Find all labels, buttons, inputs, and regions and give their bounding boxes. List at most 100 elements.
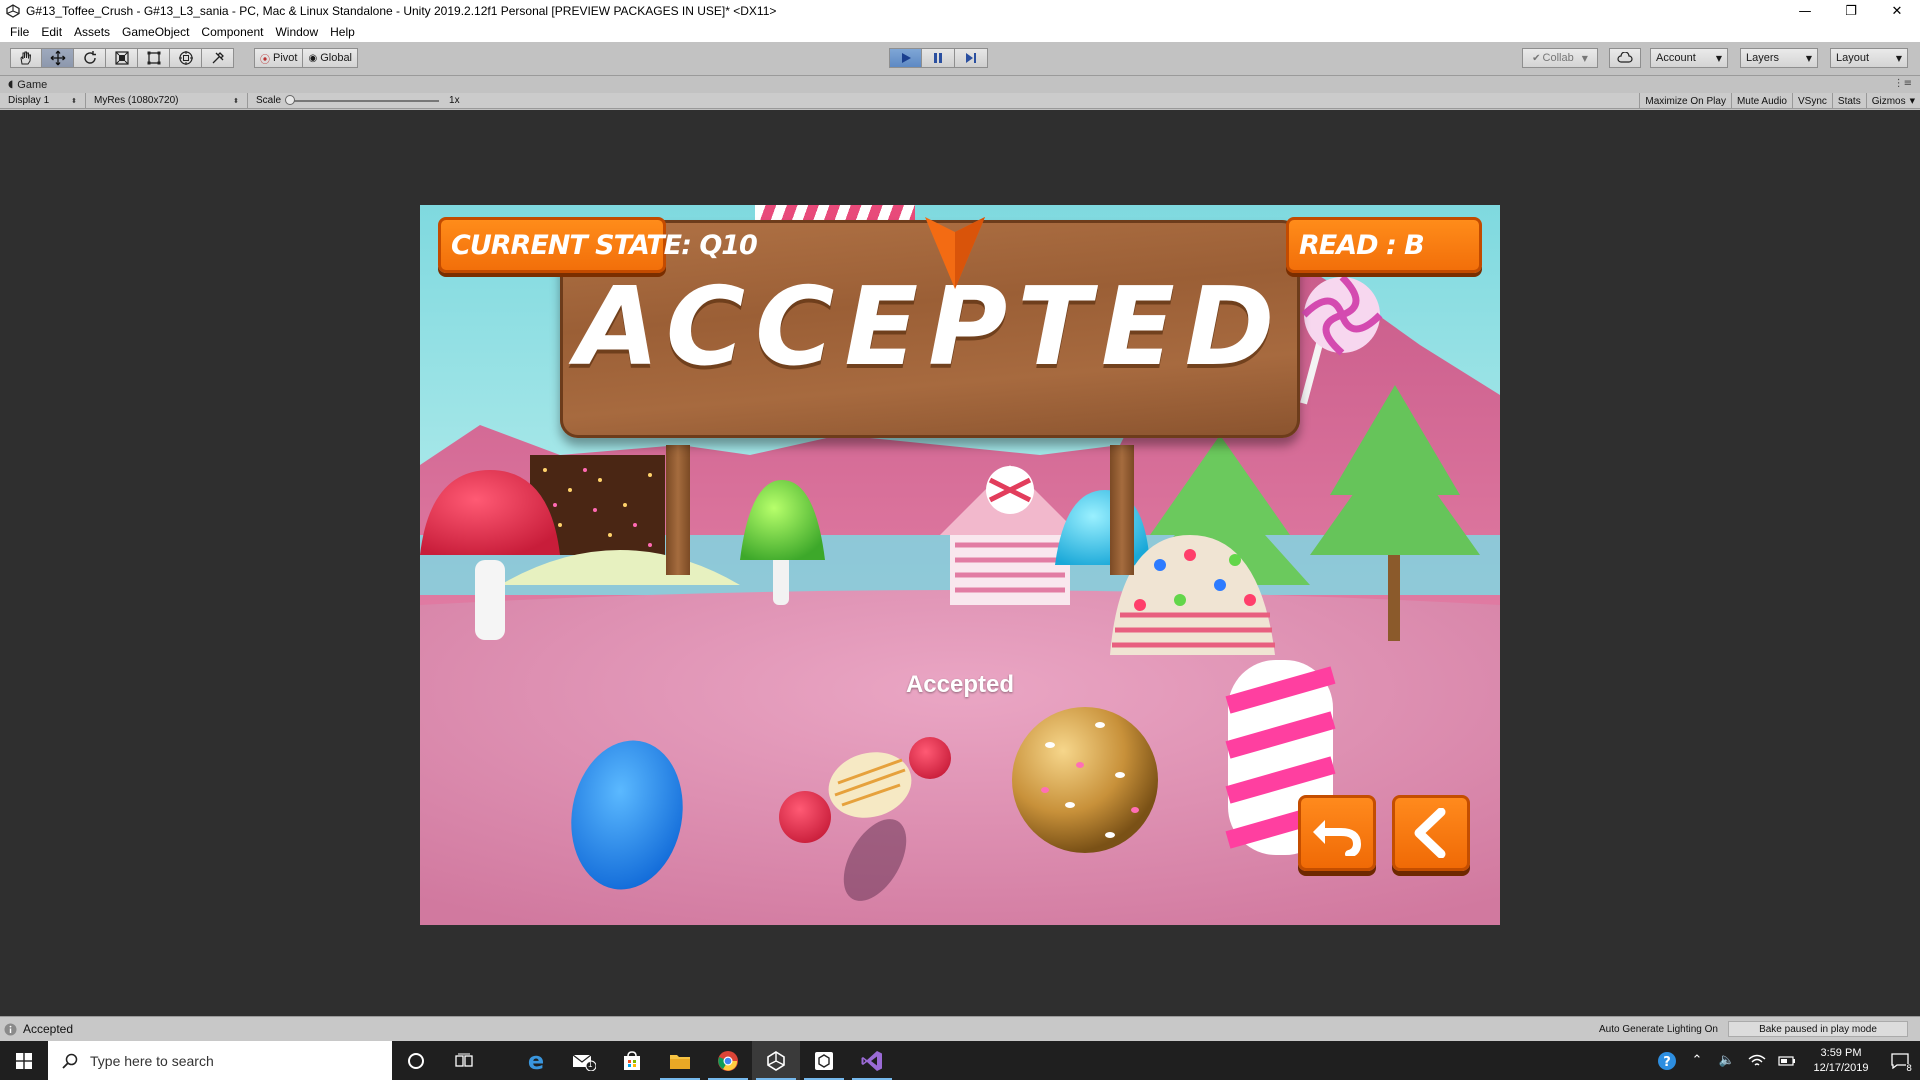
tray-network[interactable] bbox=[1742, 1041, 1772, 1080]
clock-date: 12/17/2019 bbox=[1813, 1061, 1869, 1074]
task-view-button[interactable] bbox=[440, 1041, 488, 1080]
taskbar-edge[interactable]: e bbox=[512, 1041, 560, 1080]
move-tool-button[interactable] bbox=[42, 48, 74, 68]
menu-bar: File Edit Assets GameObject Component Wi… bbox=[0, 22, 1920, 42]
close-button[interactable]: ✕ bbox=[1874, 0, 1920, 22]
chevron-down-icon: ▼ bbox=[1805, 53, 1812, 63]
menu-window[interactable]: Window bbox=[269, 25, 324, 39]
layout-group: Layout ▼ bbox=[1830, 48, 1908, 68]
maximize-on-play-toggle[interactable]: Maximize On Play bbox=[1639, 93, 1731, 109]
tray-battery[interactable] bbox=[1772, 1041, 1802, 1080]
tray-volume[interactable]: 🔈 bbox=[1712, 1041, 1742, 1080]
menu-component[interactable]: Component bbox=[195, 25, 269, 39]
store-bag-icon bbox=[624, 1050, 640, 1070]
transform-tools bbox=[10, 48, 234, 68]
system-tray: ? ⌃ 🔈 3:59 PM 12/17/2019 8 bbox=[1652, 1041, 1920, 1080]
result-label: Accepted bbox=[905, 671, 1015, 698]
collab-group: ✔ Collab ▼ bbox=[1522, 48, 1598, 68]
back-button[interactable] bbox=[1392, 795, 1470, 871]
gizmos-dropdown[interactable]: Gizmos ▼ bbox=[1865, 93, 1920, 109]
rotate-tool-icon bbox=[83, 51, 96, 64]
cloud-button[interactable] bbox=[1609, 48, 1641, 68]
taskbar-unity-hub[interactable] bbox=[800, 1041, 848, 1080]
resolution-dropdown[interactable]: MyRes (1080x720) ⬍ bbox=[86, 92, 248, 109]
account-dropdown[interactable]: Account ▼ bbox=[1650, 48, 1728, 68]
start-button[interactable] bbox=[0, 1041, 48, 1080]
layers-dropdown[interactable]: Layers ▼ bbox=[1740, 48, 1818, 68]
pause-button[interactable] bbox=[922, 48, 955, 68]
chevron-down-icon: ▼ bbox=[1581, 53, 1588, 63]
tray-clock[interactable]: 3:59 PM 12/17/2019 bbox=[1802, 1046, 1880, 1076]
taskbar-visual-studio[interactable] bbox=[848, 1041, 896, 1080]
menu-edit[interactable]: Edit bbox=[35, 25, 68, 39]
custom-tool-button[interactable] bbox=[202, 48, 234, 68]
sign-post-right bbox=[1110, 445, 1134, 575]
chevron-up-icon: ⌃ bbox=[1691, 1053, 1703, 1068]
scale-slider-thumb[interactable] bbox=[285, 94, 296, 105]
mail-badge: 1 bbox=[588, 1060, 593, 1069]
taskbar-mail[interactable]: 1 bbox=[560, 1041, 608, 1080]
pivot-toggle[interactable]: ⦿ Pivot bbox=[254, 48, 304, 68]
menu-gameobject[interactable]: GameObject bbox=[116, 25, 195, 39]
transform-tool-button[interactable] bbox=[170, 48, 202, 68]
taskbar-unity[interactable] bbox=[752, 1041, 800, 1080]
tray-help[interactable]: ? bbox=[1652, 1041, 1682, 1080]
game-view-toolbar: Display 1 ⬍ MyRes (1080x720) ⬍ Scale 1x … bbox=[0, 92, 1920, 109]
transform-tool-icon bbox=[178, 51, 193, 65]
move-tool-icon bbox=[50, 50, 65, 66]
windows-logo-icon bbox=[16, 1052, 32, 1069]
account-label: Account bbox=[1656, 52, 1696, 64]
action-center-button[interactable]: 8 bbox=[1880, 1041, 1920, 1080]
display-label: Display 1 bbox=[8, 95, 50, 106]
chrome-icon bbox=[718, 1050, 738, 1071]
console-message[interactable]: Accepted bbox=[23, 1022, 73, 1036]
scale-slider[interactable] bbox=[285, 94, 440, 105]
info-icon bbox=[4, 1023, 17, 1035]
undo-arrow-icon bbox=[1313, 820, 1362, 856]
tab-menu-icon[interactable]: ⋮≡ bbox=[1894, 78, 1912, 89]
rect-tool-button[interactable] bbox=[138, 48, 170, 68]
cortana-button[interactable] bbox=[392, 1041, 440, 1080]
mute-audio-toggle[interactable]: Mute Audio bbox=[1730, 93, 1792, 109]
bake-status: Bake paused in play mode bbox=[1728, 1021, 1908, 1037]
game-viewport[interactable]: ACCEPTED CURRENT STATE: Q10 READ : B Acc… bbox=[420, 205, 1500, 925]
hand-tool-button[interactable] bbox=[10, 48, 42, 68]
taskbar-search-box[interactable]: Type here to search bbox=[48, 1041, 392, 1080]
layout-dropdown[interactable]: Layout ▼ bbox=[1830, 48, 1908, 68]
battery-icon bbox=[1778, 1055, 1795, 1066]
tray-overflow-chevron[interactable]: ⌃ bbox=[1682, 1041, 1712, 1080]
wifi-icon bbox=[1748, 1054, 1766, 1066]
updown-arrow-icon: ⬍ bbox=[233, 96, 239, 105]
game-view-options: Maximize On Play Mute Audio VSync Stats … bbox=[1639, 93, 1920, 109]
cloud-icon bbox=[1617, 52, 1633, 63]
updown-arrow-icon: ⬍ bbox=[71, 96, 77, 105]
menu-help[interactable]: Help bbox=[324, 25, 361, 39]
rotate-tool-button[interactable] bbox=[74, 48, 106, 68]
chevron-down-icon: ▼ bbox=[1895, 53, 1902, 63]
pivot-global-group: ⦿ Pivot ◉ Global bbox=[254, 48, 358, 68]
menu-file[interactable]: File bbox=[4, 25, 35, 39]
collab-dropdown[interactable]: ✔ Collab ▼ bbox=[1522, 48, 1598, 68]
tab-game[interactable]: Game bbox=[17, 79, 47, 91]
global-toggle[interactable]: ◉ Global bbox=[303, 48, 358, 68]
play-button[interactable] bbox=[889, 48, 922, 68]
scale-tool-button[interactable] bbox=[106, 48, 138, 68]
game-tab-header: ◖ Game ⋮≡ bbox=[0, 76, 1920, 93]
step-button[interactable] bbox=[955, 48, 988, 68]
taskbar-file-explorer[interactable] bbox=[656, 1041, 704, 1080]
taskbar-chrome[interactable] bbox=[704, 1041, 752, 1080]
minimize-button[interactable]: — bbox=[1782, 0, 1828, 22]
rect-tool-icon bbox=[147, 51, 160, 65]
resolution-label: MyRes (1080x720) bbox=[94, 95, 179, 106]
window-controls: — ❐ ✕ bbox=[1782, 0, 1920, 22]
pause-icon bbox=[934, 53, 942, 63]
stats-toggle[interactable]: Stats bbox=[1831, 93, 1866, 109]
taskbar-store[interactable] bbox=[608, 1041, 656, 1080]
display-dropdown[interactable]: Display 1 ⬍ bbox=[0, 92, 86, 109]
play-icon bbox=[901, 53, 911, 63]
undo-button[interactable] bbox=[1298, 795, 1376, 871]
vsync-toggle[interactable]: VSync bbox=[1792, 93, 1832, 109]
menu-assets[interactable]: Assets bbox=[68, 25, 116, 39]
maximize-button[interactable]: ❐ bbox=[1828, 0, 1874, 22]
scale-label: Scale bbox=[256, 95, 282, 106]
